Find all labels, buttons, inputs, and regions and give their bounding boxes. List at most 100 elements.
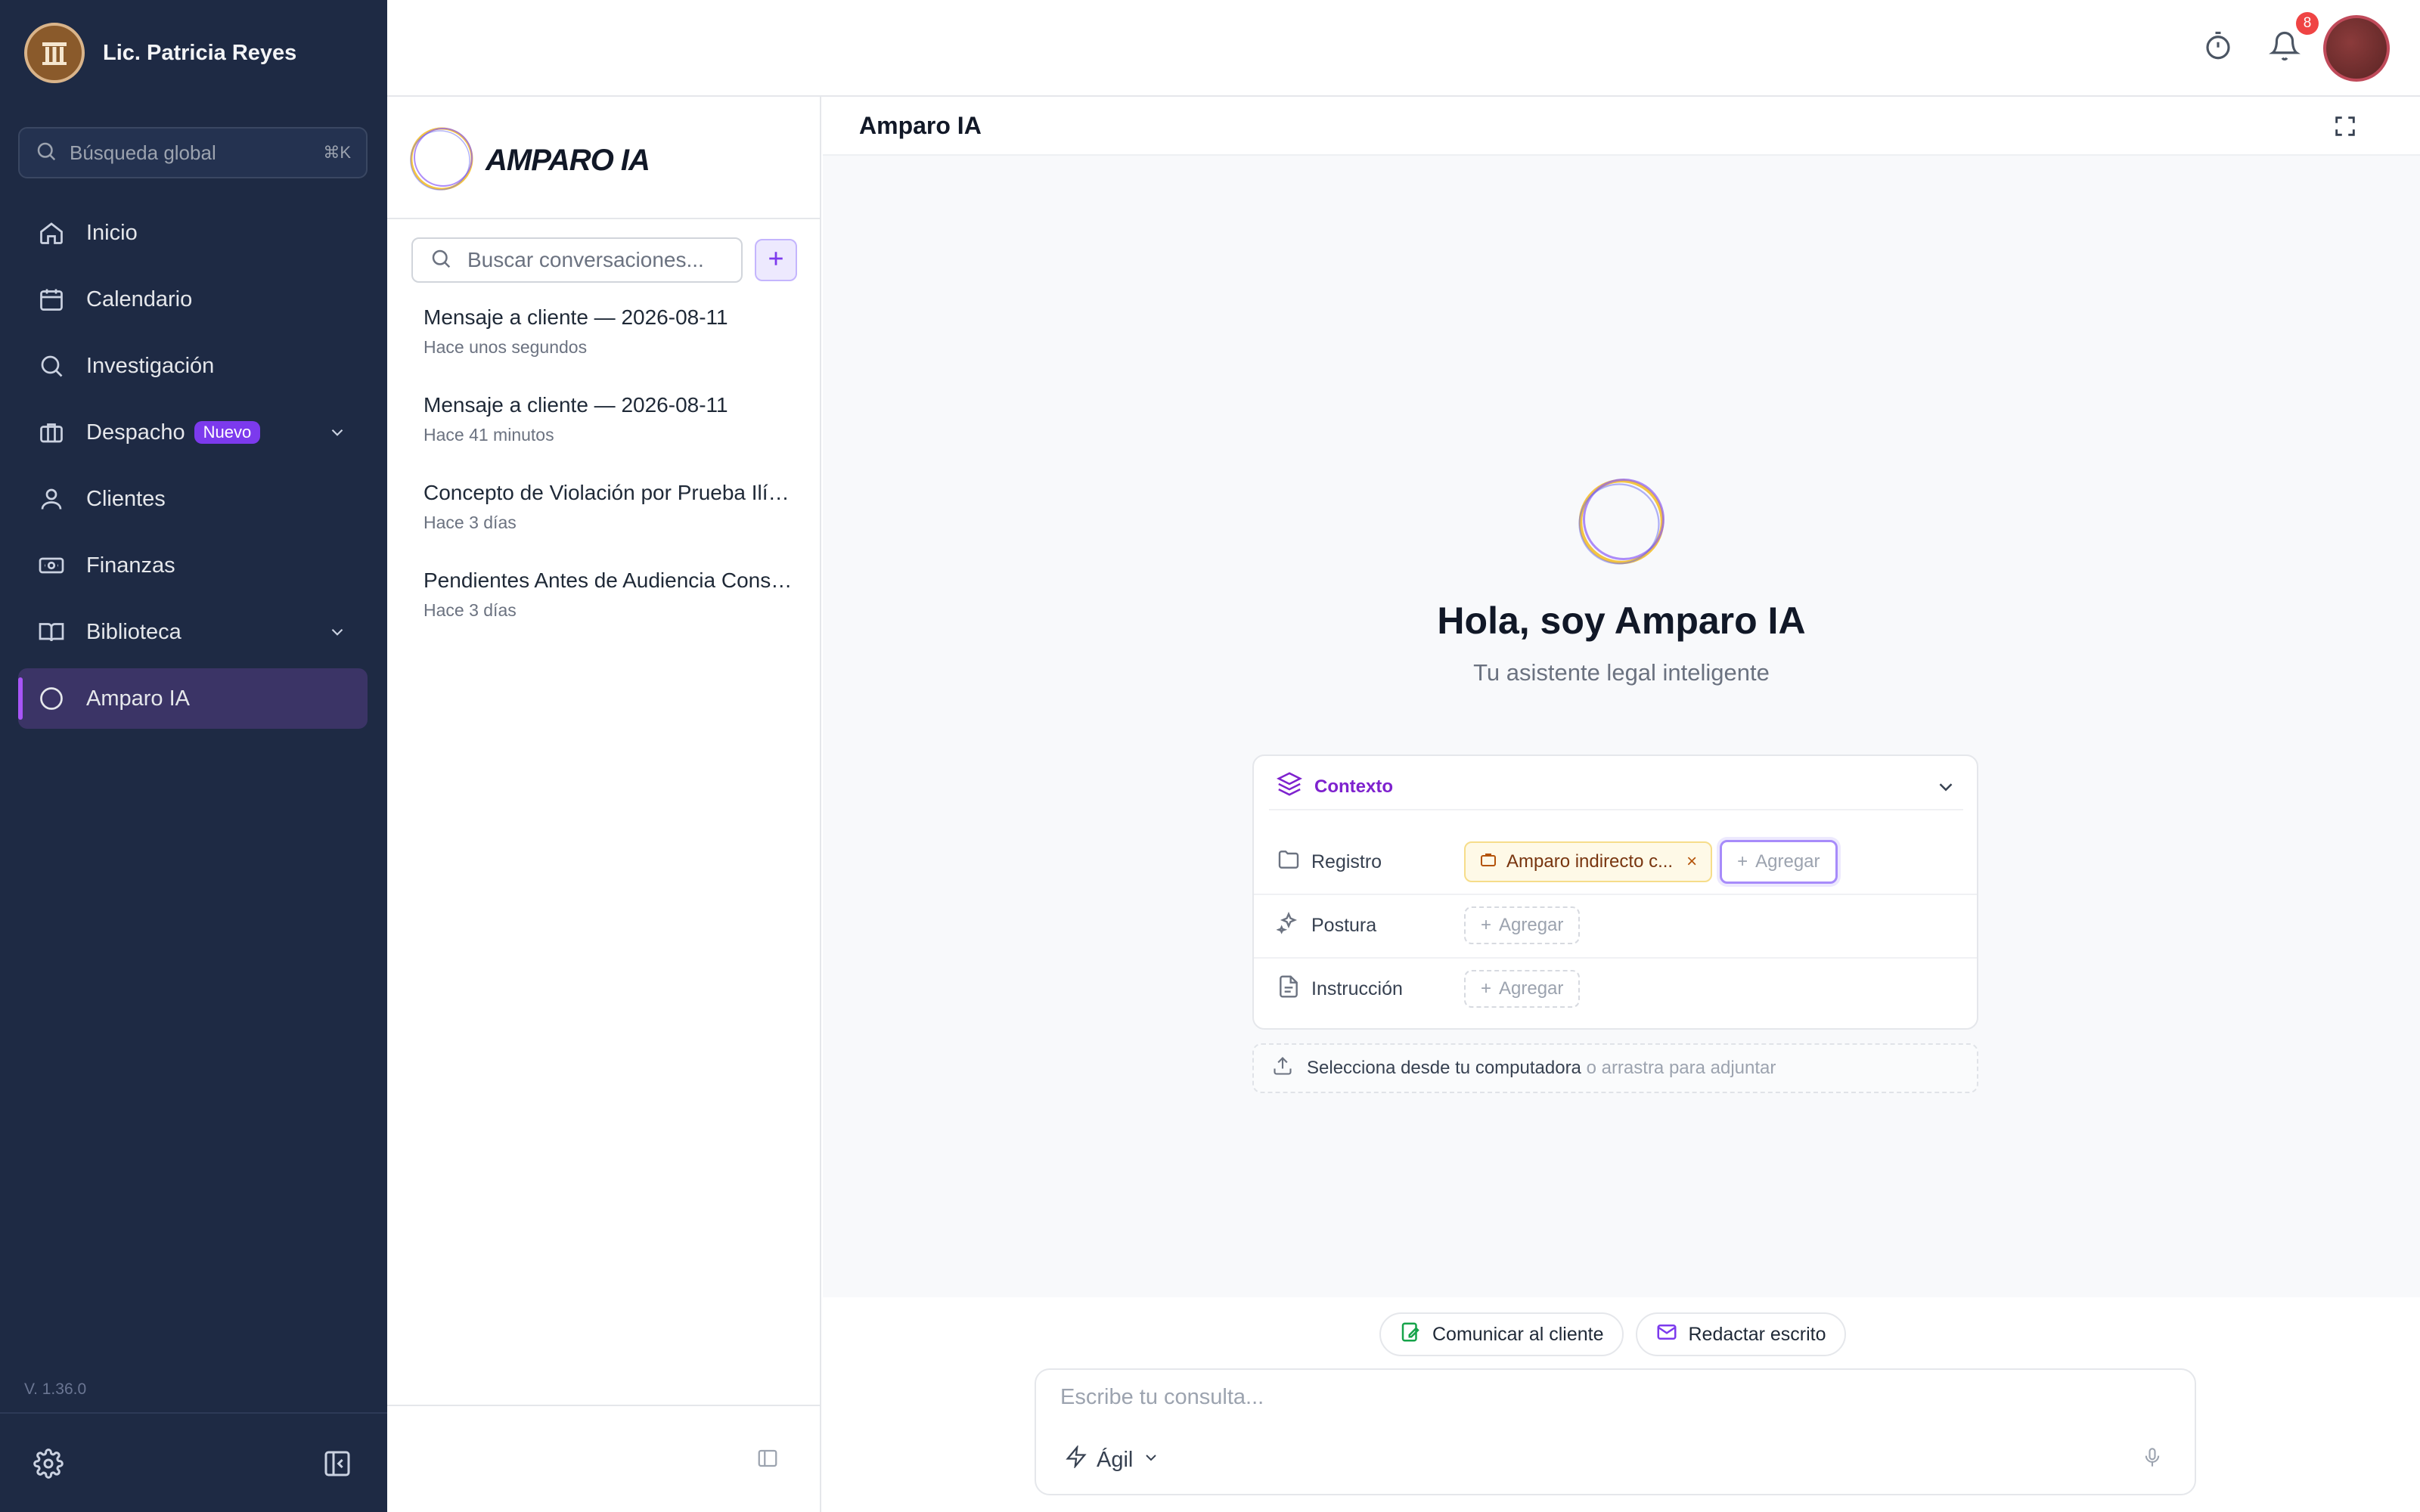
- sidebar-item-label: Inicio: [86, 220, 138, 245]
- expand-icon[interactable]: [2332, 113, 2358, 143]
- message-composer[interactable]: Escribe tu consulta... Ágil: [1035, 1368, 2196, 1495]
- conversation-title: Mensaje a cliente — 2026-08-11: [424, 305, 728, 329]
- remove-chip-icon[interactable]: ×: [1686, 851, 1697, 872]
- sidebar-item-biblioteca[interactable]: Biblioteca: [18, 602, 368, 662]
- communicate-client-button[interactable]: Comunicar al cliente: [1379, 1312, 1624, 1356]
- conversation-search-input[interactable]: Buscar conversaciones...: [411, 237, 743, 283]
- money-icon: [36, 550, 67, 581]
- bell-icon[interactable]: [2269, 30, 2301, 66]
- chevron-down-icon[interactable]: [1934, 776, 1957, 802]
- folder-icon: [1277, 847, 1301, 877]
- chevron-down-icon: [1142, 1448, 1160, 1473]
- briefcase-icon: [1479, 850, 1497, 874]
- upload-icon: [1272, 1055, 1293, 1082]
- book-icon: [36, 617, 67, 647]
- chevron-down-icon[interactable]: [325, 620, 349, 644]
- chat-header: Amparo IA: [823, 97, 2420, 156]
- conversation-title: Pendientes Antes de Audiencia Constituci…: [424, 569, 794, 592]
- circle-icon: [36, 683, 67, 714]
- avatar[interactable]: [2323, 15, 2390, 82]
- sparkles-icon: [1276, 911, 1301, 940]
- timer-icon[interactable]: [2202, 30, 2234, 66]
- context-row-label: Postura: [1311, 914, 1377, 936]
- divider: [387, 1405, 821, 1406]
- chat-main: Amparo IA Hola, soy Amparo IA Tu asisten…: [823, 97, 2420, 1512]
- conversations-panel: AMPARO IA Buscar conversaciones... Mensa…: [387, 97, 821, 1512]
- hero-subtitle: Tu asistente legal inteligente: [1473, 659, 1770, 686]
- amparo-brand: AMPARO IA: [405, 122, 650, 199]
- mail-icon: [1655, 1321, 1678, 1349]
- plus-icon: +: [1481, 915, 1492, 935]
- context-header[interactable]: Contexto: [1276, 771, 1393, 802]
- plus-icon: [765, 247, 787, 274]
- global-search[interactable]: Búsqueda global ⌘K: [18, 127, 368, 178]
- sidebar: Lic. Patricia Reyes Búsqueda global ⌘K I…: [0, 0, 387, 1512]
- search-icon: [35, 140, 57, 166]
- mode-selector[interactable]: Ágil: [1065, 1444, 1160, 1474]
- conversation-search-placeholder: Buscar conversaciones...: [467, 248, 704, 271]
- communicate-client-label: Comunicar al cliente: [1432, 1323, 1604, 1345]
- sidebar-item-label: Clientes: [86, 486, 166, 511]
- add-label: Agregar: [1755, 851, 1820, 872]
- case-chip-label: Amparo indirecto c...: [1506, 851, 1674, 872]
- sidebar-item-investigacion[interactable]: Investigación: [18, 336, 368, 396]
- attach-primary-text[interactable]: Selecciona desde tu computadora: [1307, 1058, 1581, 1078]
- plus-icon: +: [1481, 978, 1492, 999]
- sidebar-item-label: Amparo IA: [86, 686, 190, 711]
- sidebar-item-despacho[interactable]: Despacho Nuevo: [18, 402, 368, 463]
- new-conversation-button[interactable]: [755, 239, 797, 281]
- new-badge: Nuevo: [194, 421, 261, 444]
- search-icon: [430, 247, 452, 274]
- microphone-icon[interactable]: [2142, 1447, 2163, 1472]
- search-icon: [36, 351, 67, 381]
- draft-document-label: Redactar escrito: [1688, 1323, 1826, 1345]
- add-registro-button[interactable]: + Agregar: [1720, 840, 1838, 884]
- hero-title: Hola, soy Amparo IA: [1437, 600, 1806, 642]
- sidebar-item-clientes[interactable]: Clientes: [18, 469, 368, 529]
- sidebar-item-finanzas[interactable]: Finanzas: [18, 535, 368, 596]
- sidebar-item-inicio[interactable]: Inicio: [18, 203, 368, 263]
- attach-secondary-text: o arrastra para adjuntar: [1586, 1058, 1776, 1078]
- case-chip[interactable]: Amparo indirecto c... ×: [1464, 841, 1713, 882]
- draft-document-button[interactable]: Redactar escrito: [1635, 1312, 1846, 1356]
- amparo-logo-icon: [405, 122, 478, 199]
- chevron-down-icon[interactable]: [325, 420, 349, 445]
- document-icon: [1277, 974, 1301, 1004]
- notification-count-badge: 8: [2296, 12, 2319, 35]
- conversation-time: Hace unos segundos: [424, 337, 588, 357]
- add-label: Agregar: [1499, 978, 1564, 999]
- add-label: Agregar: [1499, 915, 1564, 935]
- conversation-time: Hace 41 minutos: [424, 425, 554, 445]
- page-title: Amparo IA: [859, 112, 982, 139]
- user-icon: [36, 484, 67, 514]
- conversation-item[interactable]: Mensaje a cliente — 2026-08-11 Hace 41 m…: [424, 393, 802, 481]
- conversation-item[interactable]: Pendientes Antes de Audiencia Constituci…: [424, 569, 802, 656]
- conversation-item[interactable]: Concepto de Violación por Prueba Ilícita…: [424, 481, 802, 569]
- divider: [1269, 809, 1963, 810]
- context-title: Contexto: [1314, 776, 1393, 797]
- user-name: Lic. Patricia Reyes: [103, 40, 297, 65]
- firm-logo: [24, 23, 85, 83]
- layers-icon: [1276, 771, 1303, 802]
- collapse-sidebar-icon[interactable]: [322, 1448, 352, 1483]
- conversation-item[interactable]: Mensaje a cliente — 2026-08-11 Hace unos…: [424, 305, 802, 393]
- toggle-panel-icon[interactable]: [756, 1447, 779, 1473]
- conversation-title: Concepto de Violación por Prueba Ilícita: [424, 481, 794, 504]
- file-attach-dropzone[interactable]: Selecciona desde tu computadora o arrast…: [1252, 1043, 1978, 1093]
- edit-note-icon: [1399, 1321, 1422, 1349]
- conversation-time: Hace 3 días: [424, 513, 517, 532]
- conversation-list: Mensaje a cliente — 2026-08-11 Hace unos…: [424, 305, 802, 656]
- add-instruccion-button[interactable]: + Agregar: [1464, 970, 1581, 1008]
- sidebar-item-label: Calendario: [86, 287, 193, 311]
- add-postura-button[interactable]: + Agregar: [1464, 906, 1581, 944]
- context-row-registro: Registro Amparo indirecto c... × + Agreg…: [1277, 830, 1957, 894]
- global-search-placeholder: Búsqueda global: [70, 141, 216, 164]
- gear-icon[interactable]: [33, 1448, 64, 1483]
- sidebar-item-amparo-ia[interactable]: Amparo IA: [18, 668, 368, 729]
- context-row-label: Registro: [1311, 850, 1382, 872]
- conversation-time: Hace 3 días: [424, 600, 517, 620]
- sidebar-item-calendario[interactable]: Calendario: [18, 269, 368, 330]
- home-icon: [36, 218, 67, 248]
- mode-label: Ágil: [1097, 1447, 1134, 1472]
- lightning-icon: [1065, 1444, 1087, 1474]
